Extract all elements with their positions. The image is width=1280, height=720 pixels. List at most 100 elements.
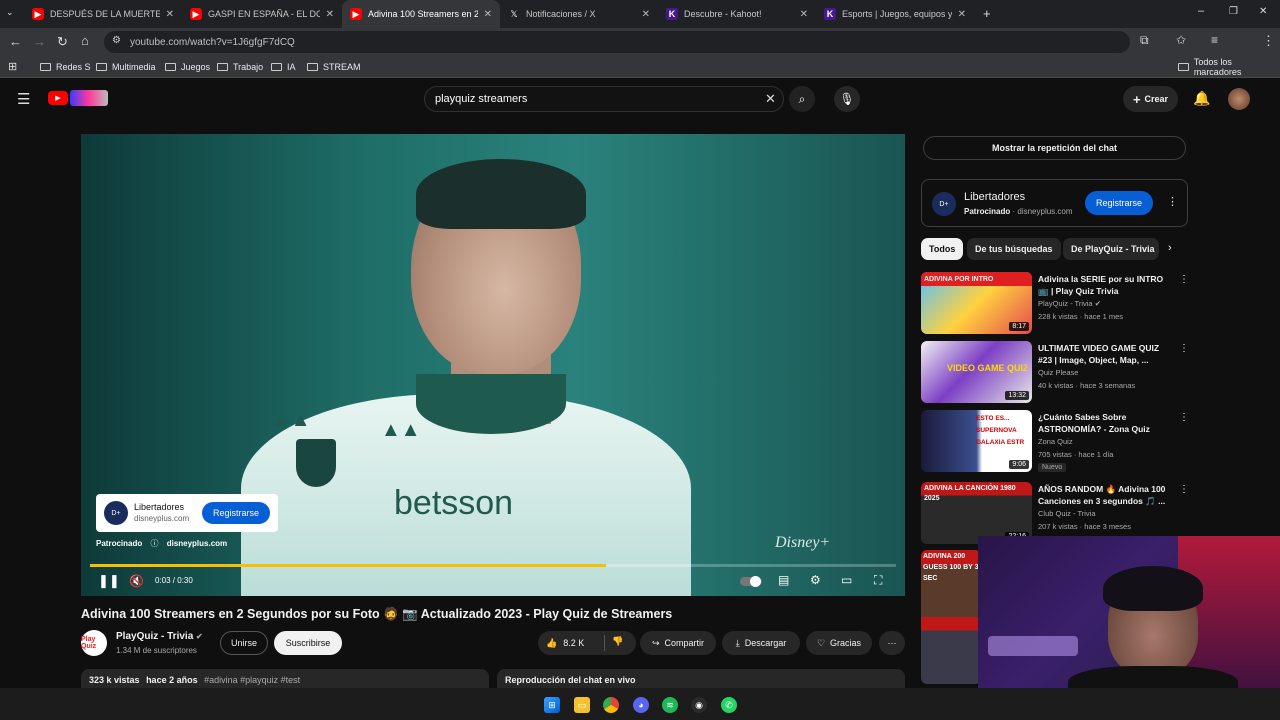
voice-search-button[interactable]: 🎙 [834,86,860,112]
channel-name[interactable]: Zona Quiz [1038,437,1073,446]
new-tab-icon[interactable]: + [983,6,991,21]
sponsored-domain[interactable]: disneyplus.com [167,539,227,548]
subtitles-icon[interactable]: ▤ [778,573,789,587]
chevron-right-icon[interactable]: › [1168,242,1172,254]
file-explorer-icon[interactable]: ▭ [574,697,590,713]
like-icon[interactable]: 👍 [546,638,557,649]
more-icon[interactable]: ⋮ [1179,274,1189,285]
close-icon[interactable]: ✕ [642,9,650,20]
video-title[interactable]: ¿Cuánto Sabes Sobre ASTRONOMÍA? - Zona Q… [1038,411,1170,435]
video-title[interactable]: AÑOS RANDOM 🔥 Adivina 100 Canciones en 3… [1038,483,1170,507]
back-icon[interactable]: ← [9,34,22,49]
ad-register-button[interactable]: Registrarse [202,502,270,524]
channel-avatar[interactable]: Play Quiz [81,630,107,656]
chip-todos[interactable]: Todos [921,238,964,260]
recommended-video[interactable]: ADIVINA POR INTRO 8:17 Adivina la SERIE … [921,272,1189,336]
video-thumbnail[interactable]: ADIVINA 200 GUESS 100 BY 3 SEC [921,550,981,684]
browser-tab[interactable]: 𝕏 Notificaciones / X ✕ [500,0,658,28]
channel-name[interactable]: Quiz Please [1038,368,1078,377]
close-icon[interactable]: ✕ [326,9,334,20]
clear-search-icon[interactable]: ✕ [765,91,776,107]
channel-line[interactable]: PlayQuiz - Trivia ✔ [1038,299,1101,308]
more-actions-button[interactable]: ⋯ [879,631,905,655]
info-icon[interactable]: ⓘ [150,539,158,548]
theater-mode-icon[interactable]: ▭ [841,573,852,587]
forward-icon[interactable]: → [33,34,46,49]
browser-tab[interactable]: ▶ GASPI EN ESPAÑA - EL DOCUM ✕ [182,0,342,28]
bookmark-folder[interactable]: IA [271,56,296,78]
restore-icon[interactable]: ❐ [1229,6,1238,17]
youtube-logo-icon[interactable]: ▶ [48,91,68,105]
create-button[interactable]: + Crear [1123,86,1178,112]
tab-search-icon[interactable]: ⌄ [6,7,14,18]
subscribe-button[interactable]: Suscribirse [274,631,342,655]
site-info-icon[interactable]: ⚙ [112,35,121,46]
video-title[interactable]: ULTIMATE VIDEO GAME QUIZ #23 | Image, Ob… [1038,342,1170,366]
video-title[interactable]: Adivina la SERIE por su INTRO 📺 | Play Q… [1038,273,1170,297]
bookmark-folder[interactable]: Redes S [40,56,91,78]
show-chat-replay-button[interactable]: Mostrar la repetición del chat [923,136,1186,160]
search-button[interactable]: ⌕ [789,86,815,112]
sidebar-ad[interactable]: D+ Libertadores Patrocinado · disneyplus… [921,179,1188,227]
dislike-icon[interactable]: 👎 [612,636,623,647]
guide-menu-icon[interactable]: ☰ [17,90,30,108]
hashtags[interactable]: #adivina #playquiz #test [204,675,300,685]
home-icon[interactable]: ⌂ [81,33,89,48]
reload-icon[interactable]: ↻ [57,34,68,50]
account-avatar[interactable] [1228,88,1250,110]
obs-icon[interactable]: ◉ [691,697,707,713]
browser-tab-active[interactable]: ▶ Adivina 100 Streamers en 2 Seg ✕ [342,0,500,28]
pause-icon[interactable]: ❚❚ [98,573,120,589]
channel-name[interactable]: PlayQuiz - Trivia ✔ [116,631,203,642]
more-icon[interactable]: ⋮ [1179,484,1189,495]
more-icon[interactable]: ⋮ [1179,343,1189,354]
video-thumbnail[interactable]: ADIVINA LA CANCIÓN 1980 2025 22:16 [921,482,1032,544]
chrome-icon[interactable] [603,697,619,713]
more-icon[interactable]: ⋮ [1179,412,1189,423]
close-icon[interactable]: ✕ [958,9,966,20]
progress-bar[interactable] [90,564,896,567]
share-button[interactable]: ↪ Compartir [640,631,716,655]
chip-from-searches[interactable]: De tus búsquedas [967,238,1061,260]
bookmark-folder[interactable]: Juegos [165,56,210,78]
join-button[interactable]: Unirse [220,631,268,655]
discord-icon[interactable]: ◕ [633,697,649,713]
menu-icon[interactable]: ⋮ [1262,33,1275,49]
thanks-button[interactable]: ♡ Gracias [806,631,872,655]
recommended-video[interactable]: ESTO ES... SUPERNOVA GALAXIA ESTR 9:06 ¿… [921,410,1189,474]
browser-tab[interactable]: K Descubre - Kahoot! ✕ [658,0,816,28]
close-icon[interactable]: ✕ [800,9,808,20]
notifications-bell-icon[interactable]: 🔔 [1193,90,1210,107]
close-icon[interactable]: ✕ [166,9,174,20]
all-bookmarks[interactable]: Todos los marcadores [1178,56,1280,78]
channel-name[interactable]: Club Quiz - Trivia [1038,509,1096,518]
ad-register-button[interactable]: Registrarse [1085,191,1153,215]
autoplay-toggle[interactable] [740,576,762,587]
chip-from-channel[interactable]: De PlayQuiz - Trivia [1063,238,1159,260]
muted-volume-icon[interactable]: 🔇 [129,574,144,588]
video-thumbnail[interactable]: ESTO ES... SUPERNOVA GALAXIA ESTR 9:06 [921,410,1032,472]
settings-gear-icon[interactable]: ⚙ [810,573,821,587]
whatsapp-icon[interactable]: ✆ [721,697,737,713]
bookmark-folder[interactable]: Trabajo [217,56,263,78]
favorites-icon[interactable]: ✩ [1176,33,1186,47]
video-thumbnail[interactable]: ADIVINA POR INTRO 8:17 [921,272,1032,334]
bookmark-folder[interactable]: Multimedia [96,56,156,78]
fullscreen-icon[interactable]: ⛶ [874,573,882,588]
browser-tab[interactable]: ▶ DESPUÉS DE LA MUERTE | DOC ✕ [24,0,182,28]
search-input[interactable]: playquiz streamers ✕ [424,86,784,112]
browser-tab[interactable]: K Esports | Juegos, equipos y can ✕ [816,0,974,28]
like-count[interactable]: 8.2 K [563,638,584,648]
apps-icon[interactable]: ⊞ [8,60,17,73]
address-bar[interactable]: ⚙ youtube.com/watch?v=1J6gfgF7dCQ [104,31,1130,53]
spotify-icon[interactable]: ≋ [662,697,678,713]
recommended-video[interactable]: VIDEO GAME QUIZ 13:32 ULTIMATE VIDEO GAM… [921,341,1189,405]
extensions-icon[interactable]: ⧉ [1140,33,1149,48]
close-icon[interactable]: ✕ [484,9,492,20]
more-icon[interactable]: ⋮ [1167,195,1178,208]
doodle-logo[interactable] [70,90,108,106]
windows-start-icon[interactable]: ⊞ [544,697,560,713]
bookmark-folder[interactable]: STREAM [307,56,361,78]
close-window-icon[interactable]: ✕ [1259,6,1267,17]
minimize-icon[interactable]: – [1198,5,1204,17]
